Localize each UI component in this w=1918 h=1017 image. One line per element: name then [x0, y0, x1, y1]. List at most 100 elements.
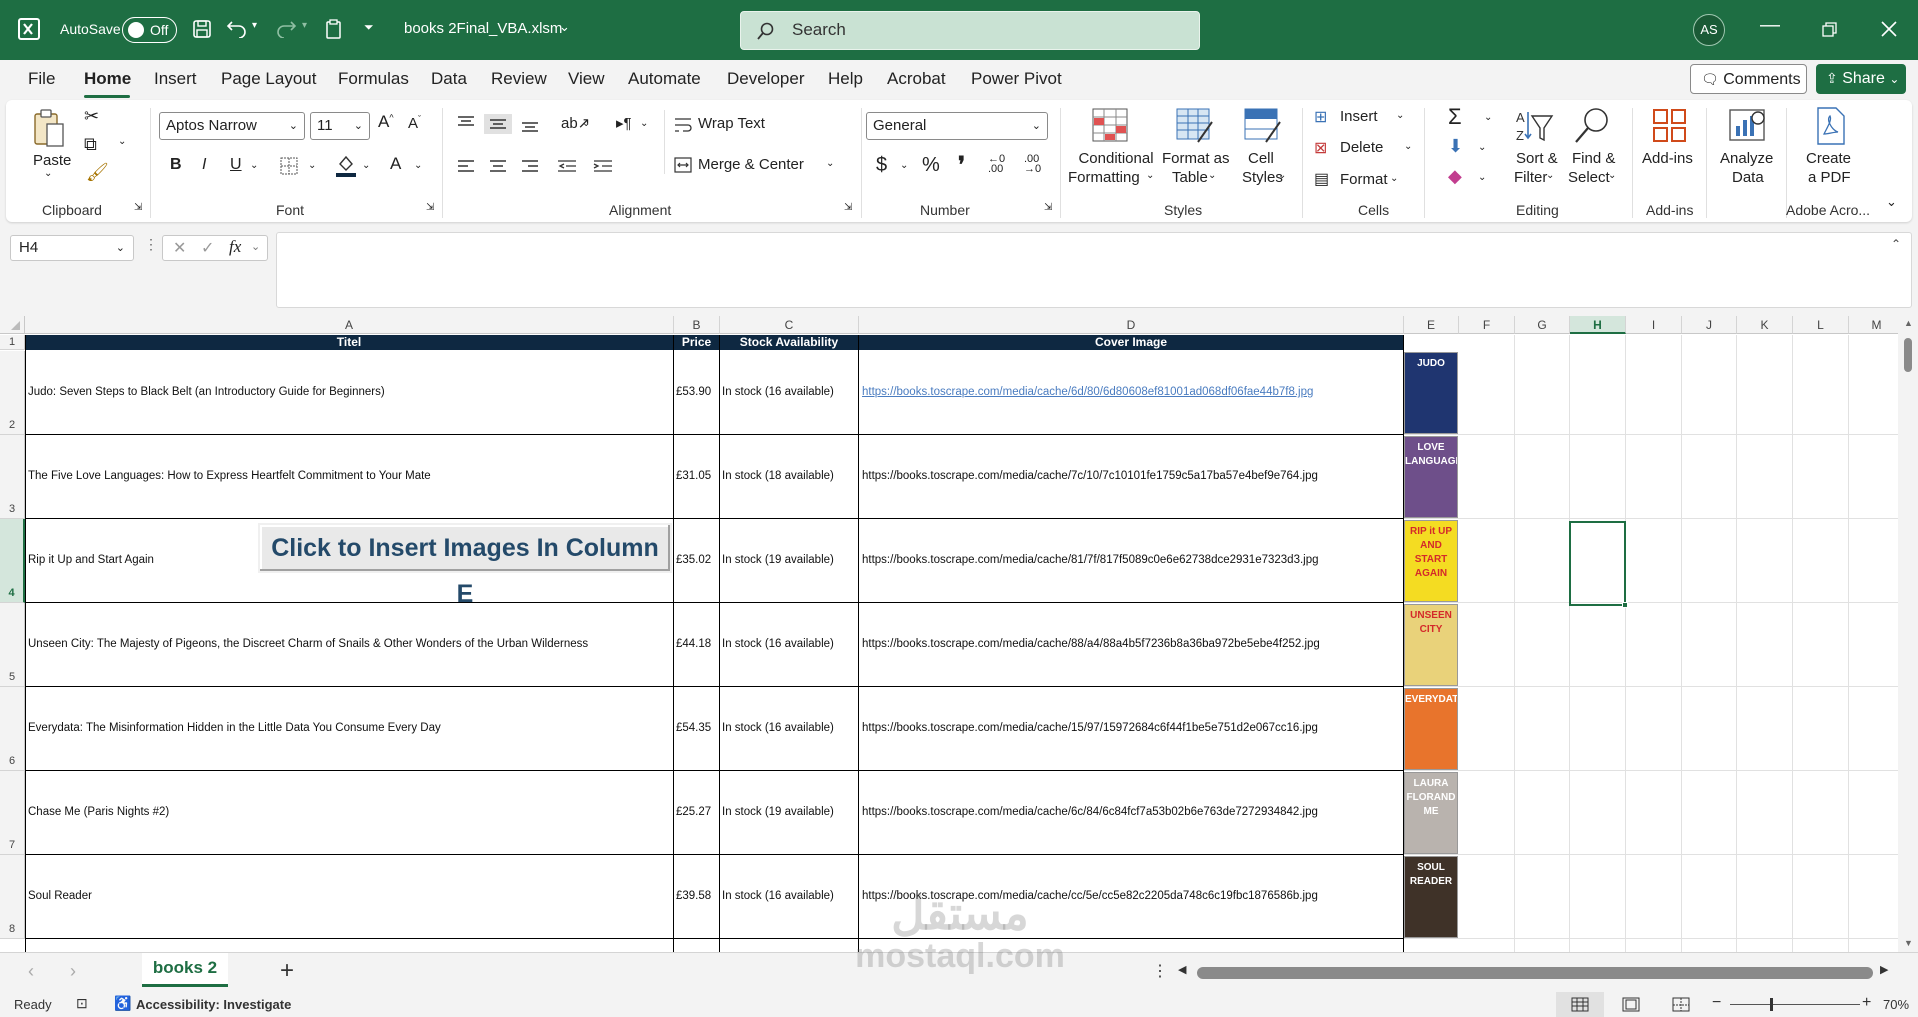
tab-page-layout[interactable]: Page Layout — [221, 69, 316, 89]
add-ins-icon[interactable] — [1652, 108, 1688, 144]
column-header-g[interactable]: G — [1515, 316, 1570, 334]
more-options-icon[interactable]: ⋮ — [144, 236, 158, 253]
header-cell-cover[interactable]: Cover Image — [859, 335, 1404, 350]
cell-stock[interactable]: In stock (16 available) — [722, 890, 856, 902]
bold-icon[interactable]: B — [170, 156, 182, 174]
column-header-a[interactable]: A — [25, 316, 674, 334]
redo-icon[interactable] — [275, 18, 297, 38]
book-cover-image[interactable]: RIP it UP AND START AGAIN — [1404, 520, 1458, 602]
clear-icon[interactable]: ◆ — [1448, 166, 1462, 187]
find-select-icon[interactable] — [1574, 106, 1610, 146]
paste-icon[interactable] — [32, 108, 66, 150]
find-select-line1[interactable]: Find & — [1572, 150, 1615, 167]
italic-icon[interactable]: I — [202, 156, 206, 174]
merge-dropdown-icon[interactable]: ⌄ — [826, 158, 834, 169]
column-header-l[interactable]: L — [1793, 316, 1849, 334]
fill-icon[interactable]: ⬇ — [1448, 136, 1463, 157]
page-break-view-icon[interactable] — [1672, 997, 1690, 1012]
cell-price[interactable]: £54.35 — [676, 722, 718, 734]
scroll-right-icon[interactable]: ▶ — [1880, 963, 1888, 976]
cell-stock[interactable]: In stock (16 available) — [722, 722, 856, 734]
customize-toolbar-icon[interactable]: ⏷ — [364, 20, 374, 35]
sort-filter-line1[interactable]: Sort & — [1516, 150, 1558, 167]
tab-acrobat[interactable]: Acrobat — [887, 69, 946, 89]
formula-input[interactable]: ⌃ — [276, 232, 1912, 308]
book-cover-image[interactable]: JUDO — [1404, 352, 1458, 434]
cell-cover-url[interactable]: https://books.toscrape.com/media/cache/8… — [862, 638, 1402, 650]
book-cover-image[interactable]: SOUL READER — [1404, 856, 1458, 938]
tab-file[interactable]: File — [28, 69, 55, 89]
clipboard-icon[interactable] — [324, 18, 344, 40]
autosum-dropdown-icon[interactable]: ⌄ — [1484, 112, 1492, 123]
tab-data[interactable]: Data — [431, 69, 467, 89]
tab-help[interactable]: Help — [828, 69, 863, 89]
filename[interactable]: books 2Final_VBA.xlsm — [404, 20, 562, 37]
text-direction-icon[interactable]: ▸¶ — [616, 114, 632, 132]
column-header-d[interactable]: D — [859, 316, 1404, 334]
paste-dropdown-icon[interactable]: ⌄ — [44, 168, 52, 179]
select-all-corner[interactable] — [0, 316, 25, 334]
normal-view-button[interactable] — [1556, 992, 1604, 1017]
tab-view[interactable]: View — [568, 69, 605, 89]
analyze-data-line1[interactable]: Analyze — [1720, 150, 1773, 167]
number-launcher-icon[interactable]: ⇲ — [1044, 202, 1052, 213]
cell-cover-url[interactable]: https://books.toscrape.com/media/cache/8… — [862, 554, 1402, 566]
conditional-formatting-line1[interactable]: Conditional — [1076, 150, 1156, 167]
accounting-dropdown-icon[interactable]: ⌄ — [900, 160, 908, 171]
scroll-down-icon[interactable]: ▼ — [1904, 938, 1913, 948]
font-size-select[interactable]: 11 ⌄ — [310, 112, 370, 140]
fill-handle[interactable] — [1622, 602, 1628, 608]
underline-icon[interactable]: U — [230, 156, 242, 174]
cell-title[interactable]: Everydata: The Misinformation Hidden in … — [28, 722, 668, 734]
tab-options-icon[interactable]: ⋮ — [1152, 961, 1168, 981]
undo-dropdown-icon[interactable]: ▾ — [252, 20, 257, 31]
header-cell-price[interactable]: Price — [674, 335, 720, 350]
previous-sheet-icon[interactable]: ‹ — [28, 961, 34, 982]
wrap-text-button[interactable]: Wrap Text — [698, 115, 765, 132]
cell-stock[interactable]: In stock (19 available) — [722, 554, 856, 566]
restore-icon[interactable] — [1822, 22, 1837, 37]
format-as-table-line1[interactable]: Format as — [1162, 150, 1230, 167]
alignment-launcher-icon[interactable]: ⇲ — [844, 202, 852, 213]
cell-price[interactable]: £25.27 — [676, 806, 718, 818]
tab-automate[interactable]: Automate — [628, 69, 701, 89]
vertical-align-icons[interactable] — [456, 114, 552, 134]
cell-stock[interactable]: In stock (19 available) — [722, 806, 856, 818]
cell-cover-url[interactable]: https://books.toscrape.com/media/cache/1… — [862, 722, 1402, 734]
formula-expand-icon[interactable]: ⌃ — [1891, 237, 1901, 251]
cell-stock[interactable]: In stock (16 available) — [722, 386, 856, 398]
column-header-k[interactable]: K — [1737, 316, 1793, 334]
row-header[interactable]: 2 — [0, 351, 25, 435]
format-as-table-dropdown-icon[interactable]: ⌄ — [1208, 170, 1216, 181]
column-header-e[interactable]: E — [1404, 316, 1459, 334]
zoom-slider-thumb[interactable] — [1770, 998, 1773, 1011]
zoom-level[interactable]: 70% — [1883, 997, 1909, 1012]
create-pdf-line1[interactable]: Create — [1806, 150, 1851, 167]
merge-center-button[interactable]: Merge & Center — [698, 156, 804, 173]
row-header[interactable]: 6 — [0, 687, 25, 771]
cell-price[interactable]: £35.02 — [676, 554, 718, 566]
comments-button[interactable]: 🗨 Comments — [1690, 64, 1807, 94]
cell-price[interactable]: £53.90 — [676, 386, 718, 398]
cell-cover-url[interactable]: https://books.toscrape.com/media/cache/6… — [862, 806, 1402, 818]
insert-function-icon[interactable]: fx — [229, 237, 241, 257]
font-name-select[interactable]: Aptos Narrow ⌄ — [159, 112, 305, 140]
number-format-select[interactable]: General ⌄ — [866, 112, 1048, 140]
macro-record-icon[interactable]: ⊡ — [76, 995, 88, 1012]
add-ins-button[interactable]: Add-ins — [1642, 150, 1693, 167]
format-as-table-icon[interactable] — [1176, 108, 1214, 144]
conditional-formatting-line2[interactable]: Formatting — [1068, 169, 1140, 186]
cancel-entry-icon[interactable]: ✕ — [173, 238, 186, 258]
insert-cells-dropdown-icon[interactable]: ⌄ — [1396, 110, 1404, 121]
copy-icon[interactable]: ⧉ — [84, 134, 97, 155]
create-pdf-icon[interactable] — [1814, 106, 1848, 146]
redo-dropdown-icon[interactable]: ▾ — [302, 20, 307, 31]
row-header[interactable]: 7 — [0, 771, 25, 855]
vertical-scrollbar[interactable]: ▲ ▼ — [1898, 316, 1918, 952]
horizontal-scroll-thumb[interactable] — [1197, 967, 1873, 979]
cell-stock[interactable]: In stock (16 available) — [722, 638, 856, 650]
column-header-j[interactable]: J — [1682, 316, 1737, 334]
ribbon-collapse-icon[interactable]: ⌄ — [1886, 194, 1897, 210]
page-layout-view-icon[interactable] — [1622, 997, 1640, 1012]
borders-dropdown-icon[interactable]: ⌄ — [308, 160, 316, 171]
